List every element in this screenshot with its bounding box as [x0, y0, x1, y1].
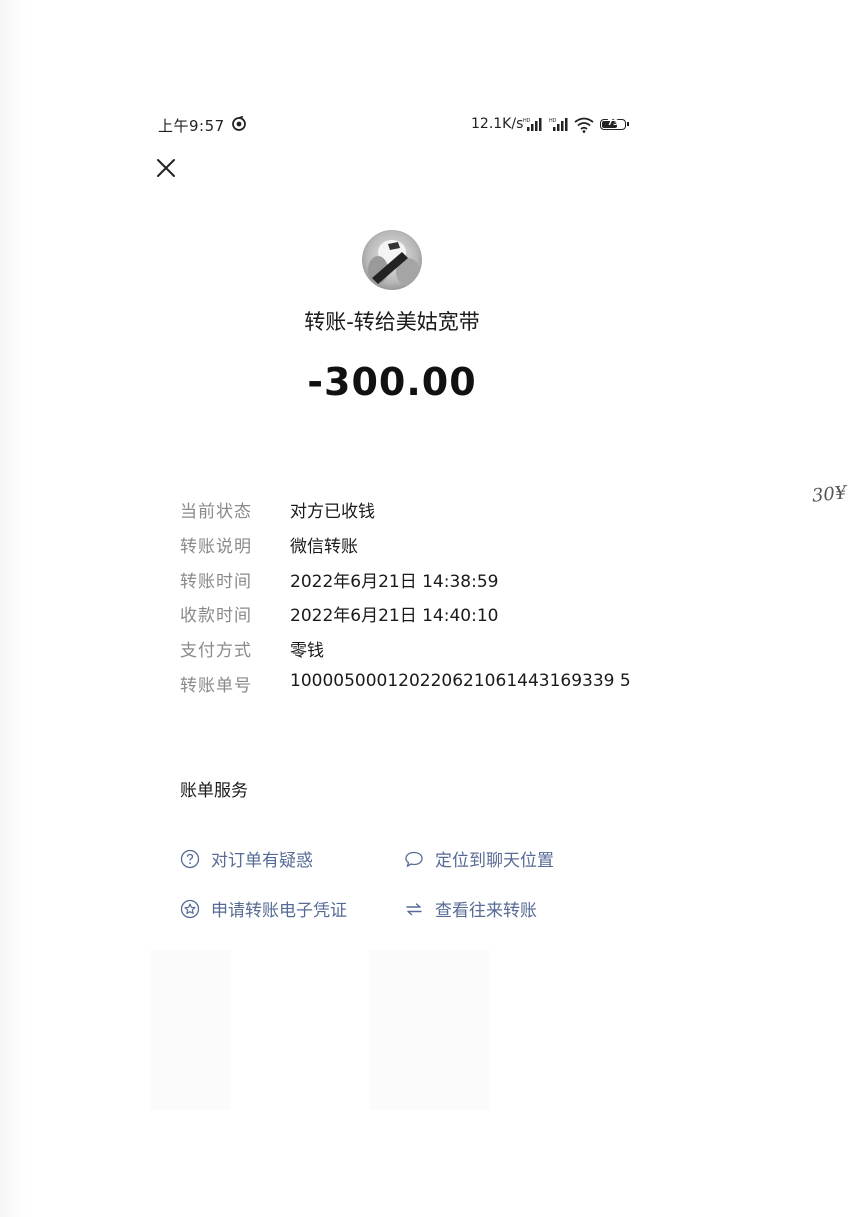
- detail-label: 转账时间: [180, 571, 252, 592]
- detail-row-transfer-time: 转账时间 2022年6月21日 14:38:59: [180, 567, 700, 602]
- status-bar: 上午9:57 12.1K/s HD HD 73: [158, 113, 630, 137]
- detail-label: 转账单号: [180, 675, 252, 696]
- locate-chat-label: 定位到聊天位置: [435, 851, 554, 871]
- detail-row-status: 当前状态 对方已收钱: [180, 497, 700, 532]
- apply-voucher-link[interactable]: 申请转账电子凭证: [180, 896, 347, 921]
- detail-label: 当前状态: [180, 502, 252, 522]
- detail-value: 2022年6月21日 14:40:10: [290, 606, 499, 627]
- apply-voucher-label: 申请转账电子凭证: [211, 901, 347, 921]
- star-circle-icon: [180, 899, 200, 918]
- transaction-amount: -300.00: [307, 360, 477, 404]
- detail-value: 2022年6月21日 14:38:59: [290, 571, 499, 592]
- chat-bubble-icon: [405, 851, 423, 867]
- swap-arrows-icon: [406, 902, 422, 915]
- signal-hd-icon: HD: [549, 118, 568, 131]
- detail-label: 转账说明: [180, 536, 252, 557]
- locate-chat-link[interactable]: 定位到聊天位置: [404, 846, 554, 871]
- battery-icon: 73: [600, 118, 629, 130]
- bill-services-title: 账单服务: [180, 781, 248, 801]
- handwritten-annotation: 30¥: [810, 482, 848, 507]
- detail-value: 对方已收钱: [290, 502, 375, 522]
- scan-edge: [0, 0, 28, 1217]
- battery-level: 73: [607, 118, 619, 127]
- dispute-order-link[interactable]: 对订单有疑惑: [180, 846, 313, 871]
- transfer-history-label: 查看往来转账: [435, 901, 537, 921]
- scan-smudge: [370, 950, 490, 1110]
- detail-value: 零钱: [290, 641, 324, 662]
- detail-label: 收款时间: [180, 606, 252, 627]
- signal-hd-icon: HD: [523, 118, 542, 131]
- detail-row-note: 转账说明 微信转账: [180, 532, 700, 567]
- detail-value: 微信转账: [290, 536, 358, 557]
- detail-label: 支付方式: [180, 641, 252, 662]
- circular-app-icon: [232, 116, 246, 131]
- battery-tip: [627, 122, 629, 126]
- wifi-icon: [574, 117, 594, 133]
- network-speed: 12.1K/s: [471, 116, 524, 132]
- detail-value: 100005000120220621061443169339 5: [290, 670, 631, 691]
- svg-text:HD: HD: [549, 118, 557, 124]
- detail-row-payment-method: 支付方式 零钱: [180, 636, 700, 671]
- transaction-details: 当前状态 对方已收钱 转账说明 微信转账 转账时间 2022年6月21日 14:…: [180, 497, 700, 706]
- question-circle-icon: [180, 849, 200, 868]
- close-icon[interactable]: [154, 156, 178, 180]
- detail-row-receive-time: 收款时间 2022年6月21日 14:40:10: [180, 601, 700, 636]
- avatar: [362, 230, 422, 290]
- detail-row-transfer-id: 转账单号 100005000120220621061443169339 5: [180, 671, 700, 706]
- transfer-history-link[interactable]: 查看往来转账: [404, 896, 537, 921]
- scan-smudge: [150, 950, 230, 1110]
- svg-text:HD: HD: [523, 118, 531, 124]
- dispute-order-label: 对订单有疑惑: [211, 851, 313, 871]
- status-time: 上午9:57: [158, 117, 225, 135]
- transaction-title: 转账-转给美姑宽带: [304, 310, 480, 334]
